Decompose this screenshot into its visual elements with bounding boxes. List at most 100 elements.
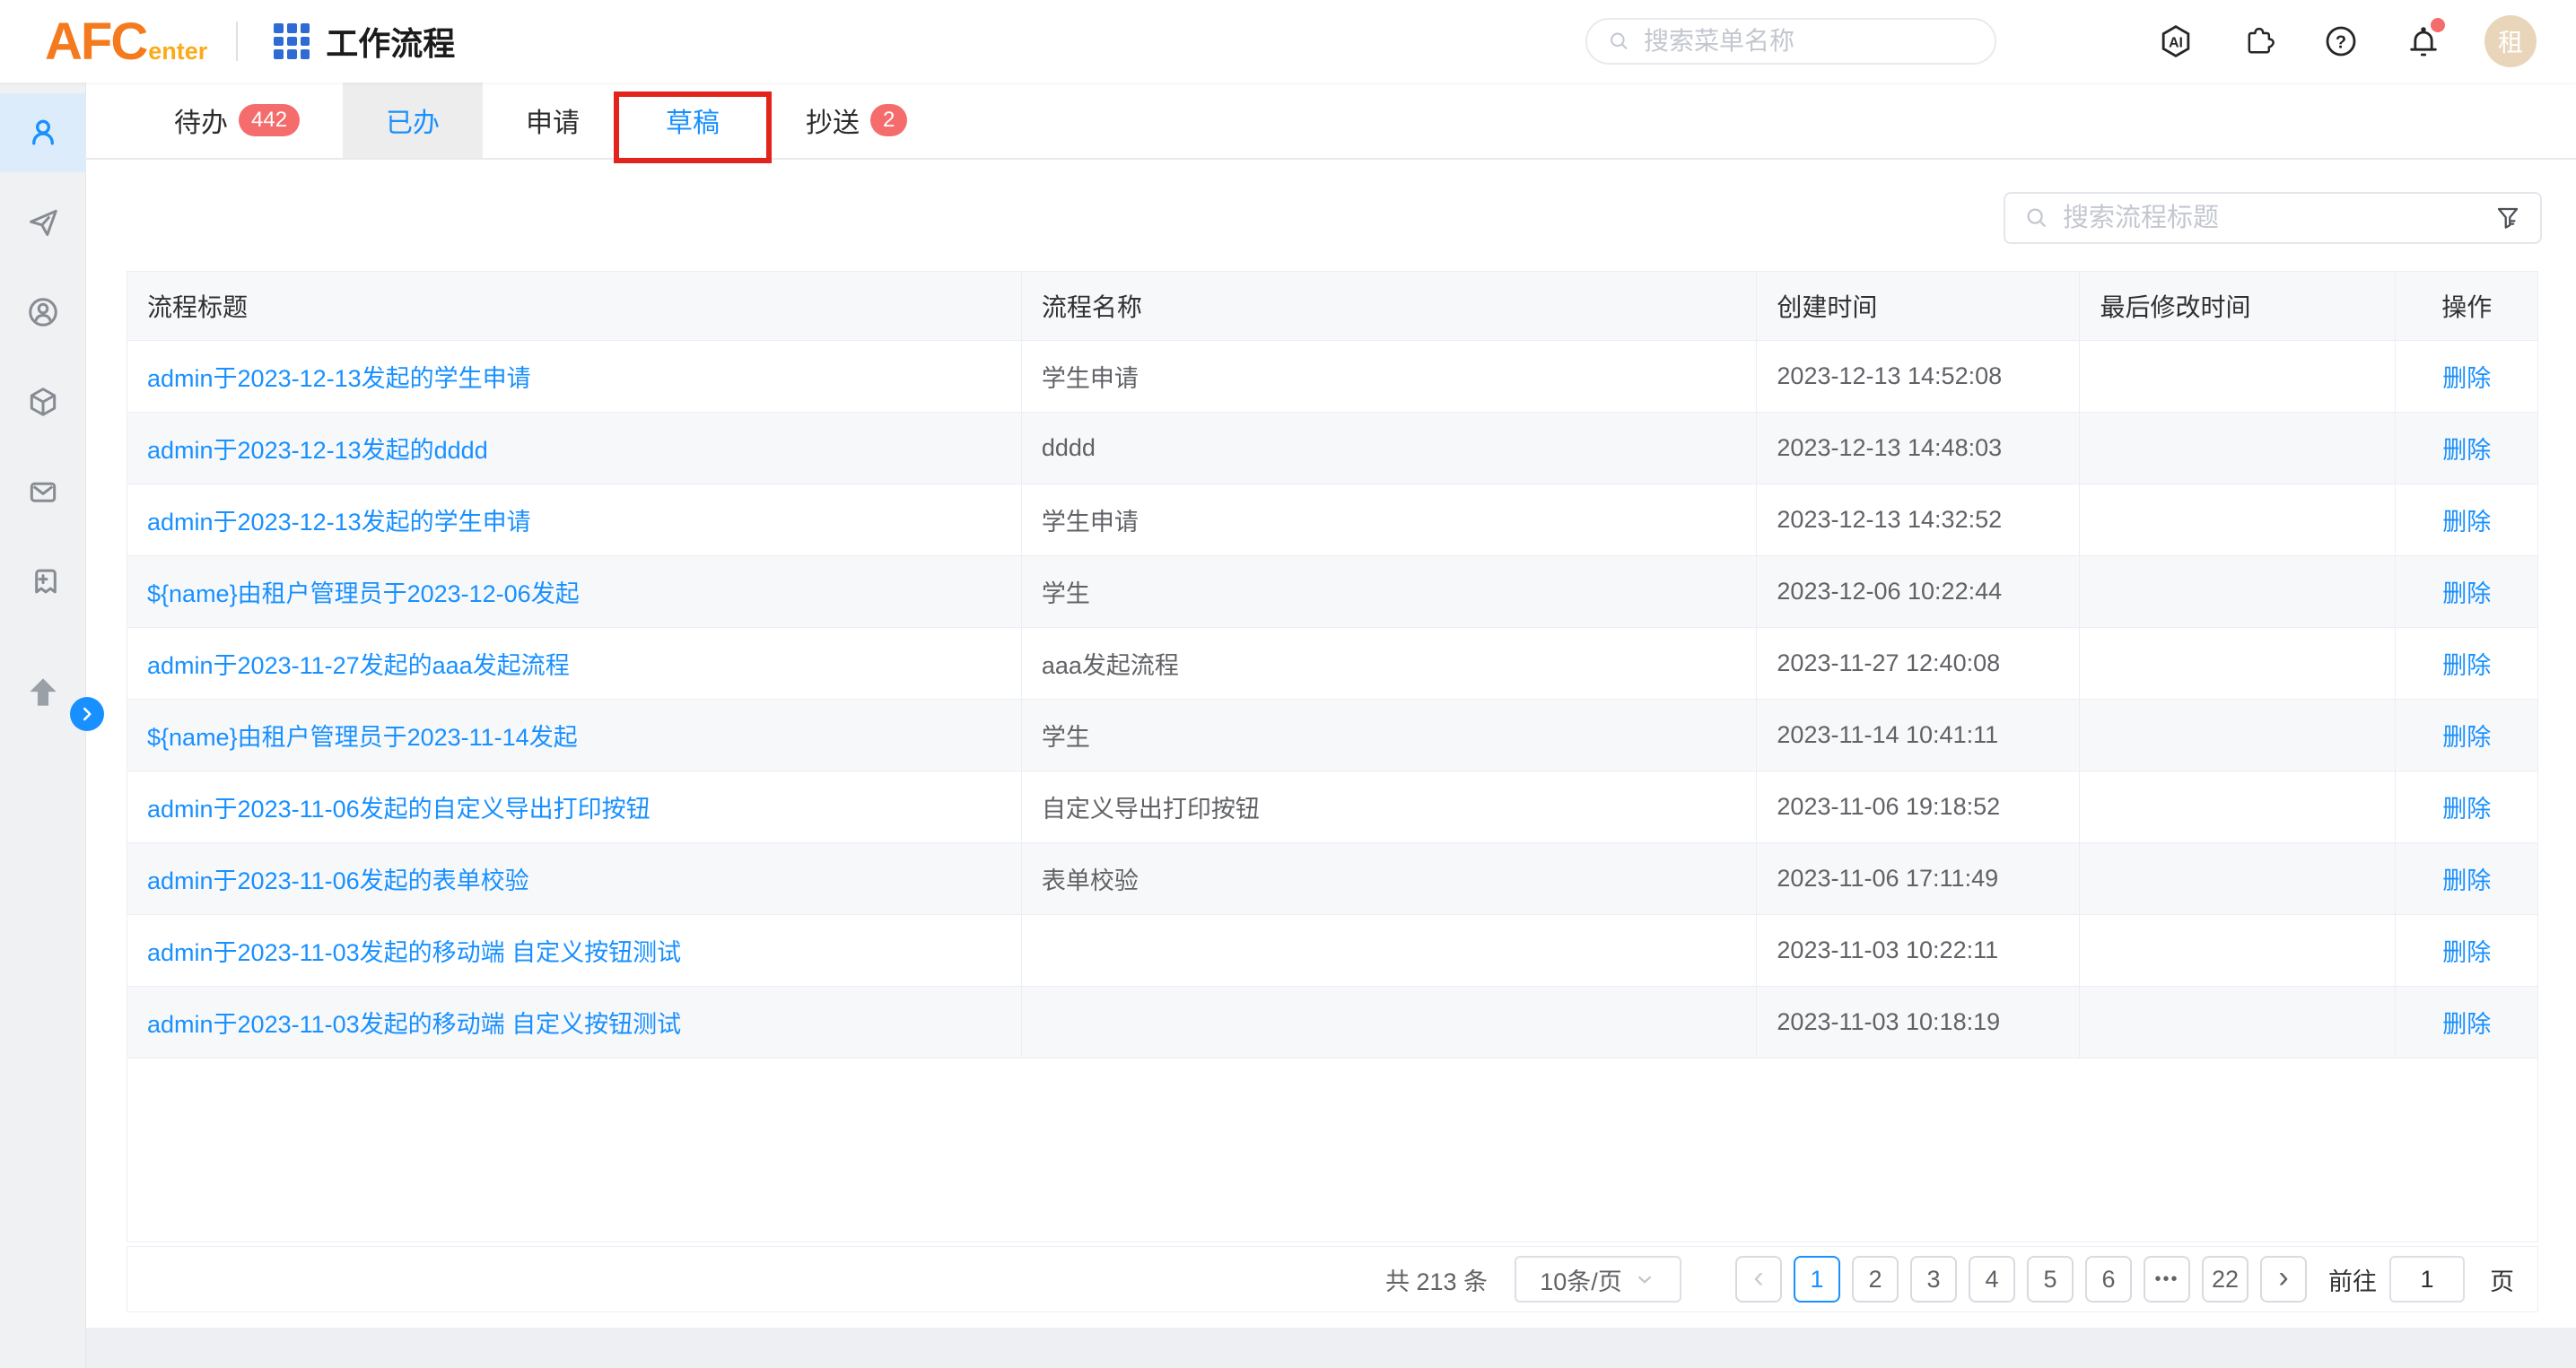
row-title-link[interactable]: admin于2023-11-06发起的表单校验 (147, 867, 529, 894)
menu-search-box[interactable] (1585, 18, 1996, 65)
row-delete-button[interactable]: 删除 (2442, 939, 2491, 966)
table-body: admin于2023-12-13发起的学生申请学生申请2023-12-13 14… (127, 341, 2538, 1059)
tab-done[interactable]: 已办 (343, 83, 483, 158)
row-delete-button[interactable]: 删除 (2442, 652, 2491, 679)
app-root: AFC enter 工作流程 AI (0, 0, 2576, 1368)
tab-label: 待办 (174, 100, 228, 140)
col-header-modified: 最后修改时间 (2080, 272, 2396, 341)
row-title-link[interactable]: admin于2023-11-03发起的移动端 自定义按钮测试 (147, 1011, 681, 1038)
add-app-icon (26, 564, 60, 598)
row-title-link[interactable]: ${name}由租户管理员于2023-11-14发起 (147, 724, 578, 751)
send-icon (26, 205, 60, 240)
page-button-22[interactable]: 22 (2202, 1256, 2249, 1303)
sidebar-expand-button[interactable] (70, 697, 104, 731)
page-button-1[interactable]: 1 (1794, 1256, 1840, 1303)
row-flow-name: 自定义导出打印按钮 (1021, 771, 1757, 843)
page-button-4[interactable]: 4 (1969, 1256, 2015, 1303)
row-delete-button[interactable]: 删除 (2442, 867, 2491, 894)
row-flow-name (1021, 987, 1757, 1059)
row-delete-button[interactable]: 删除 (2442, 365, 2491, 392)
page-button-3[interactable]: 3 (1910, 1256, 1957, 1303)
avatar[interactable]: 租 (2484, 15, 2537, 67)
sidebar-item-add-app[interactable] (0, 542, 86, 621)
tab-bar: 待办 442 已办 申请 草稿 抄送 2 (86, 83, 2576, 160)
workflow-table: 流程标题 流程名称 创建时间 最后修改时间 操作 admin于2023-12-1… (127, 271, 2538, 1059)
row-created-time: 2023-11-27 12:40:08 (1757, 628, 2080, 700)
top-header: AFC enter 工作流程 AI (0, 0, 2576, 83)
row-created-time: 2023-12-13 14:32:52 (1757, 484, 2080, 556)
page-title: 工作流程 (326, 18, 455, 65)
page-button-5[interactable]: 5 (2027, 1256, 2074, 1303)
tab-todo[interactable]: 待办 442 (131, 83, 343, 158)
logo-sub-text: enter (148, 38, 207, 65)
app-grid-icon[interactable] (274, 23, 310, 59)
row-flow-name: dddd (1021, 413, 1757, 484)
table-row: admin于2023-11-27发起的aaa发起流程aaa发起流程2023-11… (127, 628, 2538, 700)
ai-icon[interactable]: AI (2156, 22, 2196, 61)
afcenter-logo[interactable]: AFC enter (45, 12, 207, 72)
tab-label: 申请 (526, 100, 580, 140)
search-icon (1607, 28, 1631, 55)
svg-text:AI: AI (2169, 36, 2183, 51)
notification-dot (2431, 18, 2445, 32)
sidebar-item-mail[interactable] (0, 452, 86, 531)
help-icon[interactable]: ? (2321, 22, 2361, 61)
notification-icon[interactable] (2404, 22, 2443, 61)
jump-page-input[interactable] (2389, 1256, 2465, 1303)
sidebar-item-apps[interactable] (0, 362, 86, 441)
row-title-link[interactable]: ${name}由租户管理员于2023-12-06发起 (147, 580, 580, 607)
filter-funnel-icon[interactable] (2493, 204, 2522, 232)
page-ellipsis[interactable]: ••• (2144, 1256, 2190, 1303)
row-title-link[interactable]: admin于2023-12-13发起的学生申请 (147, 509, 531, 536)
tab-draft[interactable]: 草稿 (623, 83, 763, 158)
row-modified-time (2080, 413, 2396, 484)
prev-glyph: ‹ (1753, 1262, 1763, 1293)
menu-search-input[interactable] (1644, 27, 1975, 56)
row-created-time: 2023-11-06 17:11:49 (1757, 843, 2080, 915)
row-title-link[interactable]: admin于2023-12-13发起的dddd (147, 437, 488, 464)
table-header-row: 流程标题 流程名称 创建时间 最后修改时间 操作 (127, 272, 2538, 341)
title-filter-box[interactable] (2004, 192, 2542, 244)
next-page-button[interactable]: › (2260, 1256, 2307, 1303)
row-title-link[interactable]: admin于2023-12-13发起的学生申请 (147, 365, 531, 392)
tab-label: 草稿 (666, 100, 720, 140)
title-filter-input[interactable] (2063, 204, 2493, 233)
cube-icon (26, 385, 60, 419)
row-flow-name: 表单校验 (1021, 843, 1757, 915)
row-modified-time (2080, 700, 2396, 771)
row-title-link[interactable]: admin于2023-11-06发起的自定义导出打印按钮 (147, 796, 651, 823)
tab-cc[interactable]: 抄送 2 (763, 83, 950, 158)
row-title-link[interactable]: admin于2023-11-27发起的aaa发起流程 (147, 652, 570, 679)
plugin-icon[interactable] (2239, 22, 2278, 61)
row-modified-time (2080, 915, 2396, 987)
tab-apply[interactable]: 申请 (483, 83, 623, 158)
sidebar-item-contacts[interactable] (0, 273, 86, 352)
row-delete-button[interactable]: 删除 (2442, 509, 2491, 536)
page-button-2[interactable]: 2 (1852, 1256, 1899, 1303)
row-modified-time (2080, 556, 2396, 628)
row-title-link[interactable]: admin于2023-11-03发起的移动端 自定义按钮测试 (147, 939, 681, 966)
pagination-bar: 共 213 条 10条/页 ‹ 123456•••22 › 前往 (127, 1246, 2538, 1312)
row-delete-button[interactable]: 删除 (2442, 724, 2491, 751)
row-flow-name: 学生申请 (1021, 484, 1757, 556)
row-created-time: 2023-12-13 14:52:08 (1757, 341, 2080, 413)
arrow-up-icon (23, 673, 63, 712)
prev-page-button[interactable]: ‹ (1735, 1256, 1782, 1303)
page-button-6[interactable]: 6 (2085, 1256, 2132, 1303)
sidebar-item-send[interactable] (0, 183, 86, 262)
header-actions: AI ? (1585, 15, 2537, 67)
row-delete-button[interactable]: 删除 (2442, 1011, 2491, 1038)
row-delete-button[interactable]: 删除 (2442, 580, 2491, 607)
tab-label: 抄送 (806, 100, 860, 140)
sidebar-item-user[interactable] (0, 93, 86, 172)
jump-unit-label: 页 (2490, 1262, 2514, 1297)
row-delete-button[interactable]: 删除 (2442, 796, 2491, 823)
page-size-select[interactable]: 10条/页 (1515, 1256, 1681, 1303)
cc-count-badge: 2 (870, 104, 907, 137)
row-delete-button[interactable]: 删除 (2442, 437, 2491, 464)
row-created-time: 2023-11-14 10:41:11 (1757, 700, 2080, 771)
row-created-time: 2023-12-06 10:22:44 (1757, 556, 2080, 628)
row-modified-time (2080, 987, 2396, 1059)
table-row: admin于2023-12-13发起的dddddddd2023-12-13 14… (127, 413, 2538, 484)
total-count-text: 共 213 条 (1385, 1262, 1488, 1297)
